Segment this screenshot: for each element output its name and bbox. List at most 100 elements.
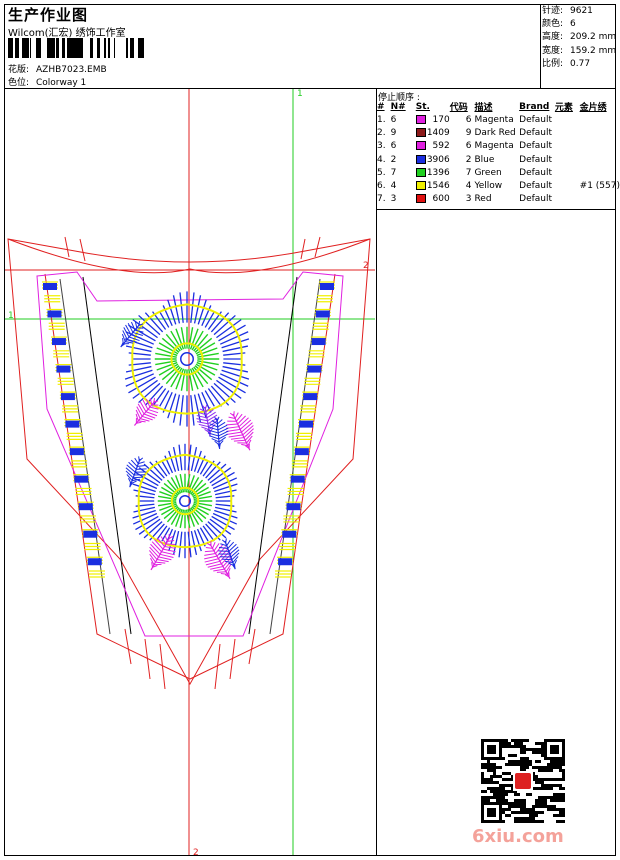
- qr-module: [541, 751, 544, 754]
- qr-module: [553, 760, 556, 763]
- petal-stitch: [190, 395, 195, 426]
- qr-module: [505, 745, 508, 748]
- row-element: [555, 113, 580, 126]
- row-code: 2: [465, 154, 472, 165]
- qr-module: [505, 772, 508, 775]
- qr-module: [511, 805, 514, 808]
- qr-module: [559, 769, 562, 772]
- stripe-block: [56, 365, 71, 373]
- qr-module: [523, 817, 526, 820]
- qr-module: [508, 784, 511, 787]
- qr-module: [526, 748, 529, 751]
- colorway-row: 色位: Colorway 1: [8, 75, 86, 88]
- qr-module: [538, 802, 541, 805]
- qr-module: [499, 784, 502, 787]
- row-brand: Default: [519, 181, 553, 192]
- qr-module: [523, 751, 526, 754]
- row-desc: Red: [474, 194, 492, 205]
- qr-module: [520, 739, 523, 742]
- qr-module: [517, 817, 520, 820]
- qr-module: [517, 820, 520, 823]
- qr-module: [559, 814, 562, 817]
- stat-colors: 颜色: 6: [542, 19, 576, 30]
- guide-h1-label: 1: [8, 311, 14, 321]
- qr-module: [502, 778, 505, 781]
- thread-row: 4. 2 3906 2 Blue Default: [377, 153, 620, 166]
- color-swatch: [415, 167, 426, 177]
- qr-module: [502, 799, 505, 802]
- color-swatch: [415, 154, 426, 164]
- qr-module: [541, 748, 544, 751]
- qr-module: [502, 793, 505, 796]
- qr-module: [556, 763, 559, 766]
- qr-module: [514, 739, 517, 742]
- leaf: [225, 411, 254, 451]
- row-element: [555, 153, 580, 166]
- qr-module: [535, 775, 538, 778]
- qr-module: [517, 811, 520, 814]
- qr-module: [544, 787, 547, 790]
- qr-module: [556, 799, 559, 802]
- qr-module: [499, 775, 502, 778]
- qr-module: [520, 763, 523, 766]
- row-index: 2.: [377, 127, 386, 138]
- row-element: [555, 179, 580, 192]
- row-stitches: 1409: [415, 126, 450, 139]
- qr-module: [529, 808, 532, 811]
- qr-module: [502, 742, 505, 745]
- stats-divider: [540, 4, 541, 88]
- qr-module: [487, 781, 490, 784]
- qr-module: [502, 790, 505, 793]
- qr-module: [547, 787, 550, 790]
- qr-module: [496, 766, 499, 769]
- qr-module: [553, 814, 556, 817]
- qr-module: [532, 805, 535, 808]
- qr-module: [505, 808, 508, 811]
- qr-module: [538, 751, 541, 754]
- qr-module: [562, 778, 565, 781]
- qr-module: [535, 751, 538, 754]
- row-code: 7: [465, 167, 472, 178]
- qr-module: [484, 796, 487, 799]
- qr-module: [499, 796, 502, 799]
- row-sequin: [580, 166, 620, 179]
- qr-module: [493, 793, 496, 796]
- qr-module: [505, 802, 508, 805]
- qr-module: [535, 748, 538, 751]
- qr-module: [508, 742, 511, 745]
- qr-module: [562, 814, 565, 817]
- qr-module: [562, 772, 565, 775]
- row-desc: Blue: [474, 154, 495, 165]
- qr-module: [484, 763, 487, 766]
- row-stitches: 170: [415, 113, 450, 126]
- qr-module: [538, 796, 541, 799]
- qr-module: [535, 781, 538, 784]
- row-brand: Default: [519, 194, 553, 205]
- row-index: 1.: [377, 114, 386, 125]
- qr-module: [481, 766, 484, 769]
- stripe-block: [282, 530, 297, 538]
- thread-row: 7. 3 600 3 Red Default: [377, 193, 620, 206]
- qr-module: [562, 808, 565, 811]
- row-index: 6.: [377, 181, 386, 192]
- qr-module: [505, 742, 508, 745]
- row-index: 5.: [377, 167, 386, 178]
- qr-module: [556, 784, 559, 787]
- qr-module: [523, 808, 526, 811]
- row-desc: Green: [474, 167, 502, 178]
- qr-module: [505, 814, 508, 817]
- qr-module: [559, 787, 562, 790]
- row-stitches: 3906: [415, 153, 450, 166]
- qr-module: [523, 763, 526, 766]
- stitch-count: 1396: [426, 167, 450, 178]
- qr-module: [535, 742, 538, 745]
- qr-module: [559, 784, 562, 787]
- qr-module: [511, 739, 514, 742]
- color-swatch: [415, 127, 426, 137]
- qr-module: [553, 766, 556, 769]
- flower-lower: [132, 443, 238, 559]
- qr-module: [538, 805, 541, 808]
- qr-module: [517, 760, 520, 763]
- qr-logo: [515, 773, 531, 789]
- qr-module: [550, 769, 553, 772]
